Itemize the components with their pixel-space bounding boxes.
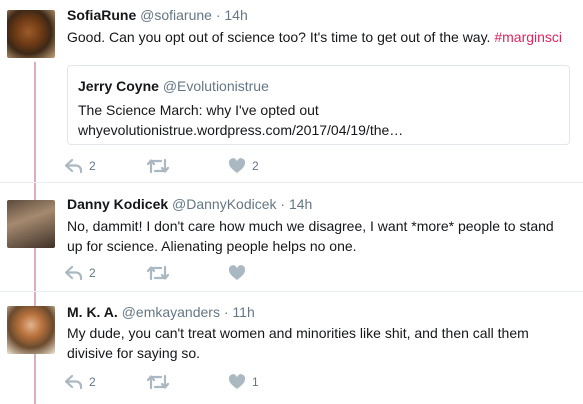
retweet-icon — [147, 158, 169, 174]
heart-icon — [228, 374, 246, 389]
heart-icon — [228, 265, 246, 280]
author-handle[interactable]: @emkayanders — [122, 304, 220, 320]
quoted-tweet-text: The Science March: why I've opted out wh… — [78, 100, 558, 140]
tweet-header: Danny Kodicek @DannyKodicek · 14h — [67, 196, 312, 212]
heart-icon — [228, 158, 246, 173]
author-name[interactable]: Danny Kodicek — [67, 196, 168, 212]
timestamp[interactable]: 14h — [224, 7, 247, 23]
like-count: 2 — [252, 159, 259, 173]
timestamp[interactable]: 14h — [289, 196, 312, 212]
tweet-dannykodicek[interactable]: Danny Kodicek @DannyKodicek · 14h No, da… — [0, 183, 583, 288]
quoted-tweet-line: The Science March: why I've opted out — [78, 102, 319, 118]
like-button[interactable]: 1 — [228, 374, 259, 390]
reply-button[interactable]: 2 — [65, 374, 96, 390]
quoted-author-handle: @Evolutionistrue — [162, 78, 269, 94]
quoted-tweet-card[interactable]: Jerry Coyne @Evolutionistrue The Science… — [67, 65, 570, 145]
reply-button[interactable]: 2 — [65, 158, 96, 174]
reply-count: 2 — [89, 375, 96, 389]
tweet-text: No, dammit! I don't care how much we dis… — [67, 218, 554, 254]
separator: · — [223, 304, 229, 320]
avatar[interactable] — [7, 200, 55, 248]
retweet-button[interactable] — [147, 374, 175, 390]
reply-count: 2 — [89, 159, 96, 173]
like-count: 1 — [252, 375, 259, 389]
tweet-header: SofiaRune @sofiarune · 14h — [67, 7, 248, 23]
quoted-tweet-header: Jerry Coyne @Evolutionistrue — [78, 78, 269, 94]
separator: · — [280, 196, 286, 212]
like-button[interactable]: 2 — [228, 158, 259, 174]
avatar[interactable] — [7, 306, 55, 354]
quoted-tweet-link[interactable]: whyevolutionistrue.wordpress.com/2017/04… — [78, 120, 558, 140]
hashtag-link[interactable]: #marginsci — [494, 29, 562, 45]
tweet-text: My dude, you can't treat women and minor… — [67, 325, 529, 361]
reply-button[interactable]: 2 — [65, 265, 96, 281]
timestamp[interactable]: 11h — [232, 304, 254, 320]
tweet-body: Good. Can you opt out of science too? It… — [67, 29, 495, 45]
reply-icon — [65, 265, 83, 281]
tweet-emkayanders[interactable]: M. K. A. @emkayanders · 11h My dude, you… — [0, 292, 583, 404]
reply-count: 2 — [89, 266, 96, 280]
retweet-icon — [147, 374, 169, 390]
retweet-icon — [147, 265, 169, 281]
reply-icon — [65, 158, 83, 174]
reply-icon — [65, 374, 83, 390]
like-button[interactable] — [228, 265, 252, 281]
author-name[interactable]: M. K. A. — [67, 304, 118, 320]
tweet-header: M. K. A. @emkayanders · 11h — [67, 304, 255, 320]
retweet-button[interactable] — [147, 158, 175, 174]
author-name[interactable]: SofiaRune — [67, 7, 136, 23]
separator: · — [215, 7, 221, 23]
quoted-author-name: Jerry Coyne — [78, 78, 159, 94]
author-handle[interactable]: @sofiarune — [140, 7, 212, 23]
tweet-sofiarune[interactable]: SofiaRune @sofiarune · 14h Good. Can you… — [0, 0, 583, 179]
tweet-text: Good. Can you opt out of science too? It… — [67, 27, 572, 47]
retweet-button[interactable] — [147, 265, 175, 281]
avatar[interactable] — [7, 10, 55, 58]
author-handle[interactable]: @DannyKodicek — [172, 196, 277, 212]
